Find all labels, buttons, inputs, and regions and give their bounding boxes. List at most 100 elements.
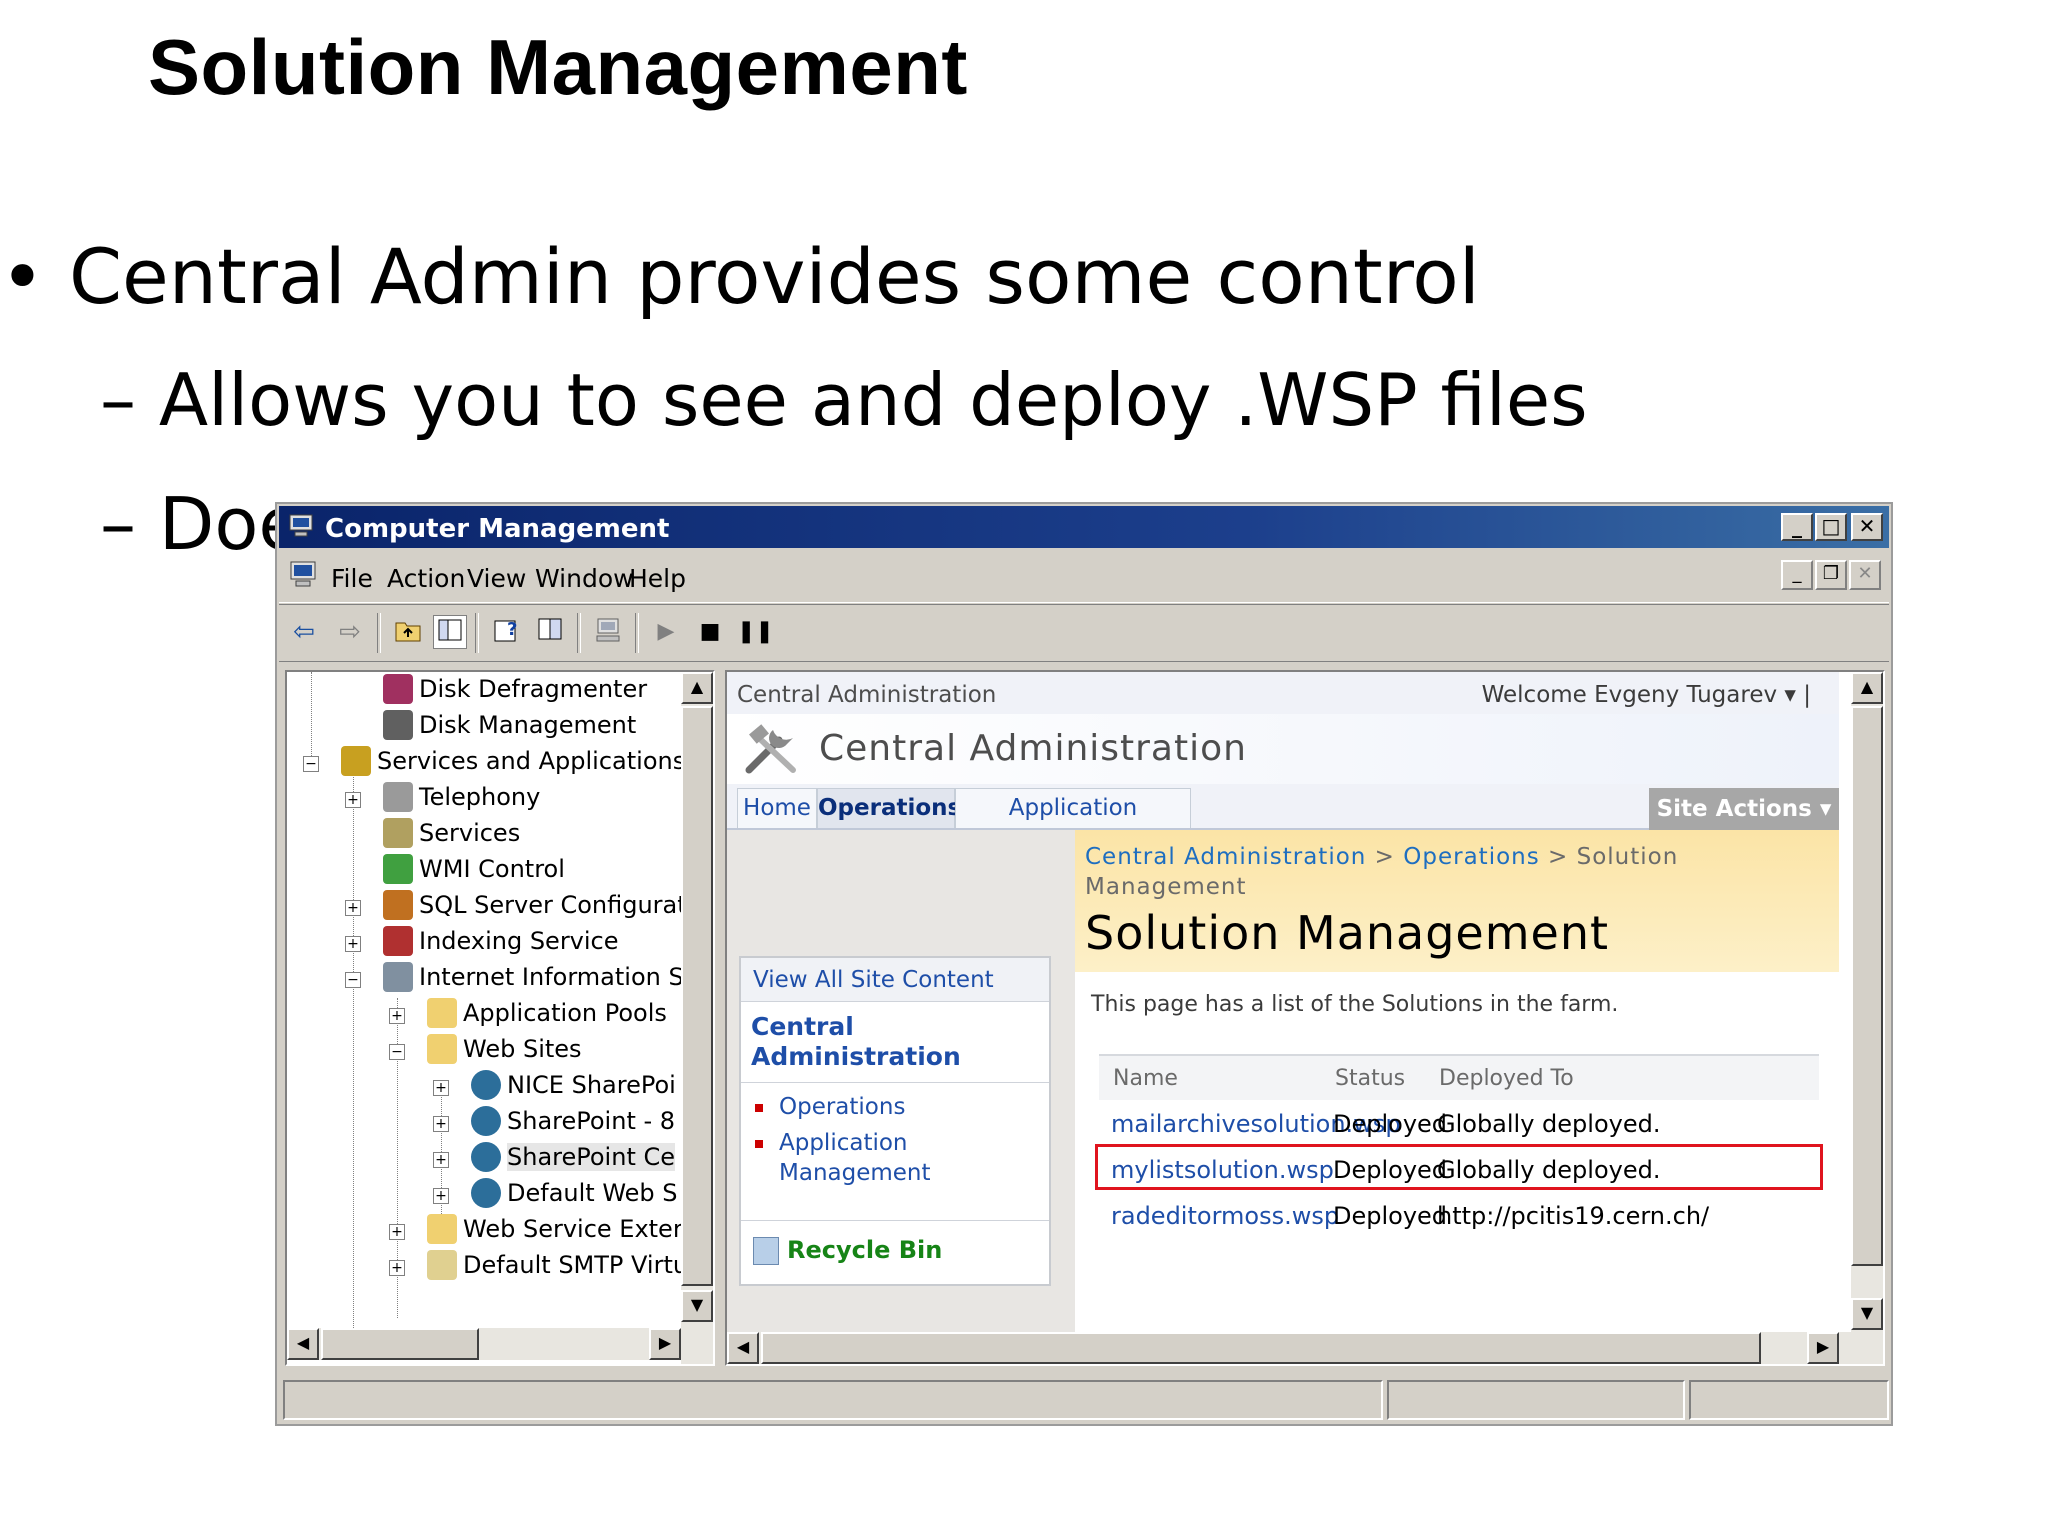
expand-web-service-ext[interactable]: + xyxy=(389,1224,405,1240)
services-icon xyxy=(383,818,413,848)
solution-name-link[interactable]: radeditormoss.wsp xyxy=(1111,1202,1339,1230)
recycle-bin-icon xyxy=(753,1237,779,1265)
solution-name-link[interactable]: mylistsolution.wsp xyxy=(1111,1156,1334,1184)
tree-node-indexing-service[interactable]: Indexing Service xyxy=(383,926,619,962)
site-top-bar: Central Administration Welcome Evgeny Tu… xyxy=(727,672,1839,715)
tree-node-iis[interactable]: Internet Information S xyxy=(383,962,684,998)
menu-view[interactable]: View xyxy=(467,564,526,593)
tree-node-sharepoint-8[interactable]: SharePoint - 8 xyxy=(471,1106,675,1142)
pause-icon[interactable]: ❚❚ xyxy=(737,615,774,649)
menu-window[interactable]: Window xyxy=(535,564,634,593)
forward-arrow-icon[interactable]: ⇨ xyxy=(333,615,367,649)
tree-node-web-sites[interactable]: Web Sites xyxy=(427,1034,582,1070)
properties-icon[interactable] xyxy=(533,615,567,649)
web-scroll-left-button[interactable]: ◀ xyxy=(727,1332,759,1364)
tree-scroll-down-button[interactable]: ▼ xyxy=(681,1290,713,1322)
column-status-header[interactable]: Status xyxy=(1335,1066,1405,1091)
menu-file[interactable]: File xyxy=(331,564,373,593)
tree-scroll-up-button[interactable]: ▲ xyxy=(681,672,713,704)
nav-application-management-link[interactable]: Application Management xyxy=(779,1128,939,1188)
column-name-header[interactable]: Name xyxy=(1113,1066,1178,1091)
expand-indexing[interactable]: + xyxy=(345,936,361,952)
console-tree: Disk Defragmenter Disk Management − Serv… xyxy=(285,670,715,1366)
tree-node-disk-defragmenter[interactable]: Disk Defragmenter xyxy=(383,674,647,710)
column-deployed-to-header[interactable]: Deployed To xyxy=(1439,1066,1574,1091)
tree-scroll-left-button[interactable]: ◀ xyxy=(287,1328,319,1360)
connect-computer-icon[interactable] xyxy=(591,615,625,649)
web-scroll-down-button[interactable]: ▼ xyxy=(1851,1298,1883,1330)
show-hide-tree-icon[interactable] xyxy=(433,615,467,649)
breadcrumb-central-admin[interactable]: Central Administration xyxy=(1085,844,1366,870)
solution-deployed-to: Globally deployed. xyxy=(1437,1110,1661,1138)
up-folder-icon[interactable] xyxy=(391,615,425,649)
mdi-close-button[interactable]: ✕ xyxy=(1849,560,1881,590)
indexing-icon xyxy=(383,926,413,956)
expand-app-pools[interactable]: + xyxy=(389,1008,405,1024)
tree-horizontal-scrollbar[interactable]: ◀ ▶ xyxy=(287,1328,681,1360)
menu-help[interactable]: Help xyxy=(629,564,686,593)
window-title: Computer Management xyxy=(325,514,670,544)
tree-node-services-applications[interactable]: Services and Applications xyxy=(341,746,685,782)
view-all-site-content-link[interactable]: View All Site Content xyxy=(741,958,1049,1002)
maximize-button[interactable]: □ xyxy=(1815,513,1847,541)
tree-node-nice-sharepoint[interactable]: NICE SharePoi xyxy=(471,1070,676,1106)
expand-telephony[interactable]: + xyxy=(345,792,361,808)
telephony-icon xyxy=(383,782,413,812)
title-bar[interactable]: Computer Management _ □ ✕ xyxy=(279,506,1889,548)
web-scroll-thumb[interactable] xyxy=(1851,706,1883,1266)
web-vertical-scrollbar[interactable]: ▲ ▼ xyxy=(1851,672,1883,1332)
back-arrow-icon[interactable]: ⇦ xyxy=(287,615,321,649)
web-hscroll-thumb[interactable] xyxy=(761,1332,1761,1364)
tree-scroll-thumb[interactable] xyxy=(681,706,713,1286)
tree-node-sql-server[interactable]: SQL Server Configurat xyxy=(383,890,687,926)
expand-smtp[interactable]: + xyxy=(389,1260,405,1276)
play-icon[interactable]: ▶ xyxy=(649,615,683,649)
nav-operations-link[interactable]: Operations xyxy=(779,1092,905,1122)
expand-default-web[interactable]: + xyxy=(433,1188,449,1204)
recycle-bin-link[interactable]: Recycle Bin xyxy=(753,1236,942,1265)
expand-sharepoint-8[interactable]: + xyxy=(433,1116,449,1132)
bullet-icon xyxy=(755,1140,763,1148)
collapse-iis[interactable]: − xyxy=(345,972,361,988)
mdi-minimize-button[interactable]: _ xyxy=(1781,560,1813,590)
tree-scroll-right-button[interactable]: ▶ xyxy=(649,1328,681,1360)
sql-server-icon xyxy=(383,890,413,920)
tree-node-web-service-extensions[interactable]: Web Service Exter xyxy=(427,1214,683,1250)
menu-action[interactable]: Action xyxy=(387,564,465,593)
collapse-services-apps[interactable]: − xyxy=(303,756,319,772)
web-horizontal-scrollbar[interactable]: ◀ ▶ xyxy=(727,1332,1883,1364)
tree-node-sharepoint-ce[interactable]: SharePoint Ce xyxy=(471,1142,675,1178)
mdi-restore-button[interactable]: ❐ xyxy=(1815,560,1847,590)
tree-node-default-smtp[interactable]: Default SMTP Virtu xyxy=(427,1250,688,1286)
web-scroll-up-button[interactable]: ▲ xyxy=(1851,672,1883,704)
welcome-menu[interactable]: Welcome Evgeny Tugarev ▾ | xyxy=(1482,682,1811,708)
folder-icon xyxy=(427,998,457,1028)
stop-icon[interactable]: ■ xyxy=(693,615,727,649)
tree-node-disk-management[interactable]: Disk Management xyxy=(383,710,636,746)
site-top-crumb[interactable]: Central Administration xyxy=(737,682,996,708)
tree-hscroll-thumb[interactable] xyxy=(321,1328,479,1360)
tree-node-wmi-control[interactable]: WMI Control xyxy=(383,854,565,890)
expand-sharepoint-ce[interactable]: + xyxy=(433,1152,449,1168)
site-actions-menu[interactable]: Site Actions ▾ xyxy=(1649,788,1839,830)
tab-application-management[interactable]: Application Management xyxy=(955,788,1191,859)
expand-sql-server[interactable]: + xyxy=(345,900,361,916)
tree-node-default-web-site[interactable]: Default Web S xyxy=(471,1178,678,1214)
web-content-pane: Central Administration Welcome Evgeny Tu… xyxy=(725,670,1885,1366)
tab-operations[interactable]: Operations xyxy=(817,788,961,828)
tree-node-application-pools[interactable]: Application Pools xyxy=(427,998,667,1034)
minimize-button[interactable]: _ xyxy=(1781,513,1813,541)
breadcrumb-operations[interactable]: Operations xyxy=(1403,844,1539,870)
tree-vertical-scrollbar[interactable]: ▲ ▼ xyxy=(681,672,713,1364)
tree-node-services[interactable]: Services xyxy=(383,818,520,854)
tree-node-telephony[interactable]: Telephony xyxy=(383,782,540,818)
expand-nice-sharepoint[interactable]: + xyxy=(433,1080,449,1096)
quick-launch-heading[interactable]: Central Administration xyxy=(751,1012,971,1072)
collapse-web-sites[interactable]: − xyxy=(389,1044,405,1060)
tab-home[interactable]: Home xyxy=(737,788,817,828)
web-scroll-right-button[interactable]: ▶ xyxy=(1807,1332,1839,1364)
close-button[interactable]: ✕ xyxy=(1851,513,1883,541)
help-icon[interactable]: ? xyxy=(489,615,523,649)
status-panel-main xyxy=(283,1380,1383,1420)
mmc-icon[interactable] xyxy=(287,558,319,590)
